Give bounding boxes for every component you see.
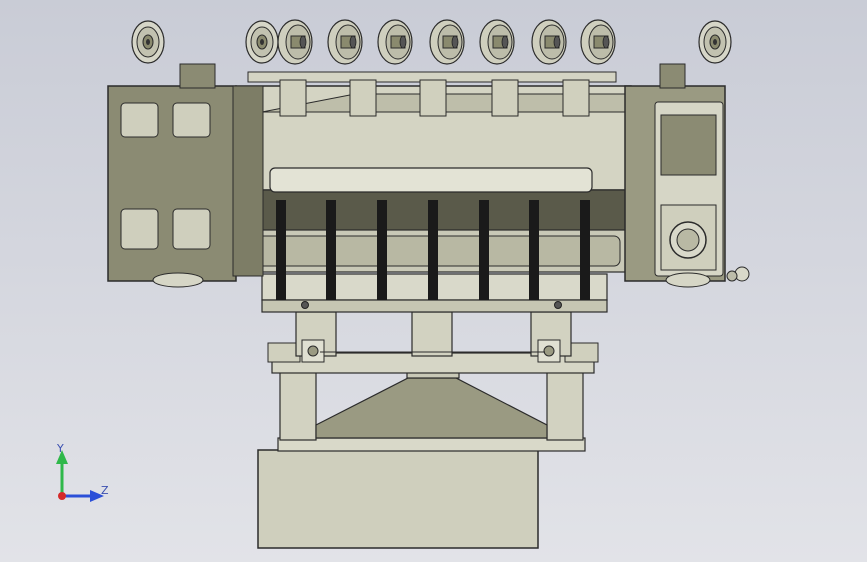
x-axis-dot bbox=[58, 492, 66, 500]
y-axis-label: Y bbox=[57, 442, 64, 455]
support-frame bbox=[267, 311, 599, 441]
axis-triad: Y Z bbox=[50, 440, 120, 510]
cad-viewport[interactable] bbox=[0, 0, 867, 562]
z-axis-label: Z bbox=[101, 484, 109, 497]
left-side-plate bbox=[107, 85, 264, 288]
right-side-plate bbox=[624, 85, 750, 288]
base-block bbox=[257, 437, 586, 549]
